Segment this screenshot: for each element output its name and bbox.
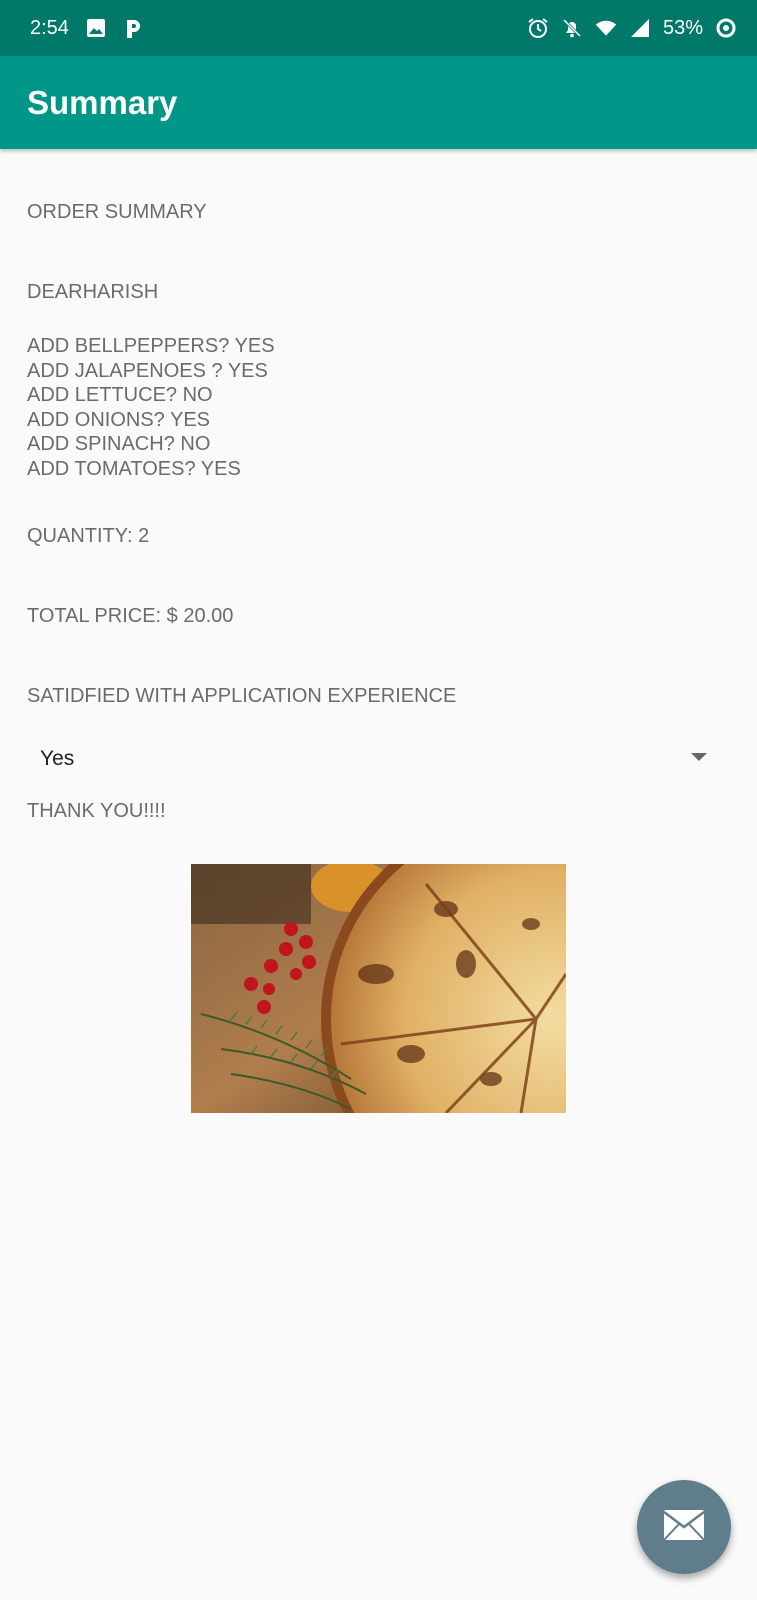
topping-bellpeppers: ADD BELLPEPPERS? YES [27, 335, 275, 357]
signal-icon [629, 17, 651, 39]
dropdown-arrow-icon [691, 753, 707, 761]
total-price-text: TOTAL PRICE: $ 20.00 [27, 605, 234, 627]
topping-spinach: ADD SPINACH? NO [27, 433, 211, 455]
status-bar: 2:54 53% [0, 0, 757, 56]
email-icon [663, 1509, 705, 1546]
greeting-text: DEARHARISH [27, 281, 159, 303]
satisfaction-dropdown[interactable]: Yes [27, 734, 707, 784]
email-fab-button[interactable] [637, 1480, 731, 1574]
satisfaction-selected-value: Yes [40, 746, 75, 770]
pizza-image [191, 864, 566, 1113]
p-app-icon [123, 17, 145, 39]
app-bar: Summary [0, 56, 757, 149]
page-title: Summary [27, 83, 178, 121]
topping-jalapenoes: ADD JALAPENOES ? YES [27, 359, 268, 382]
thank-you-text: THANK YOU!!!! [27, 800, 166, 822]
alarm-icon [527, 17, 549, 39]
topping-tomatoes: ADD TOMATOES? YES [27, 457, 241, 480]
topping-onions: ADD ONIONS? YES [27, 408, 211, 431]
status-time: 2:54 [30, 16, 69, 39]
wifi-icon [595, 17, 617, 39]
battery-icon [715, 17, 737, 39]
quantity-text: QUANTITY: 2 [27, 525, 150, 547]
image-icon [85, 17, 107, 39]
battery-percent: 53% [662, 16, 703, 39]
notifications-off-icon [561, 17, 583, 39]
summary-heading: ORDER SUMMARY [27, 201, 207, 223]
topping-lettuce: ADD LETTUCE? NO [27, 384, 213, 406]
satisfaction-label: SATIDFIED WITH APPLICATION EXPERIENCE [27, 685, 457, 707]
